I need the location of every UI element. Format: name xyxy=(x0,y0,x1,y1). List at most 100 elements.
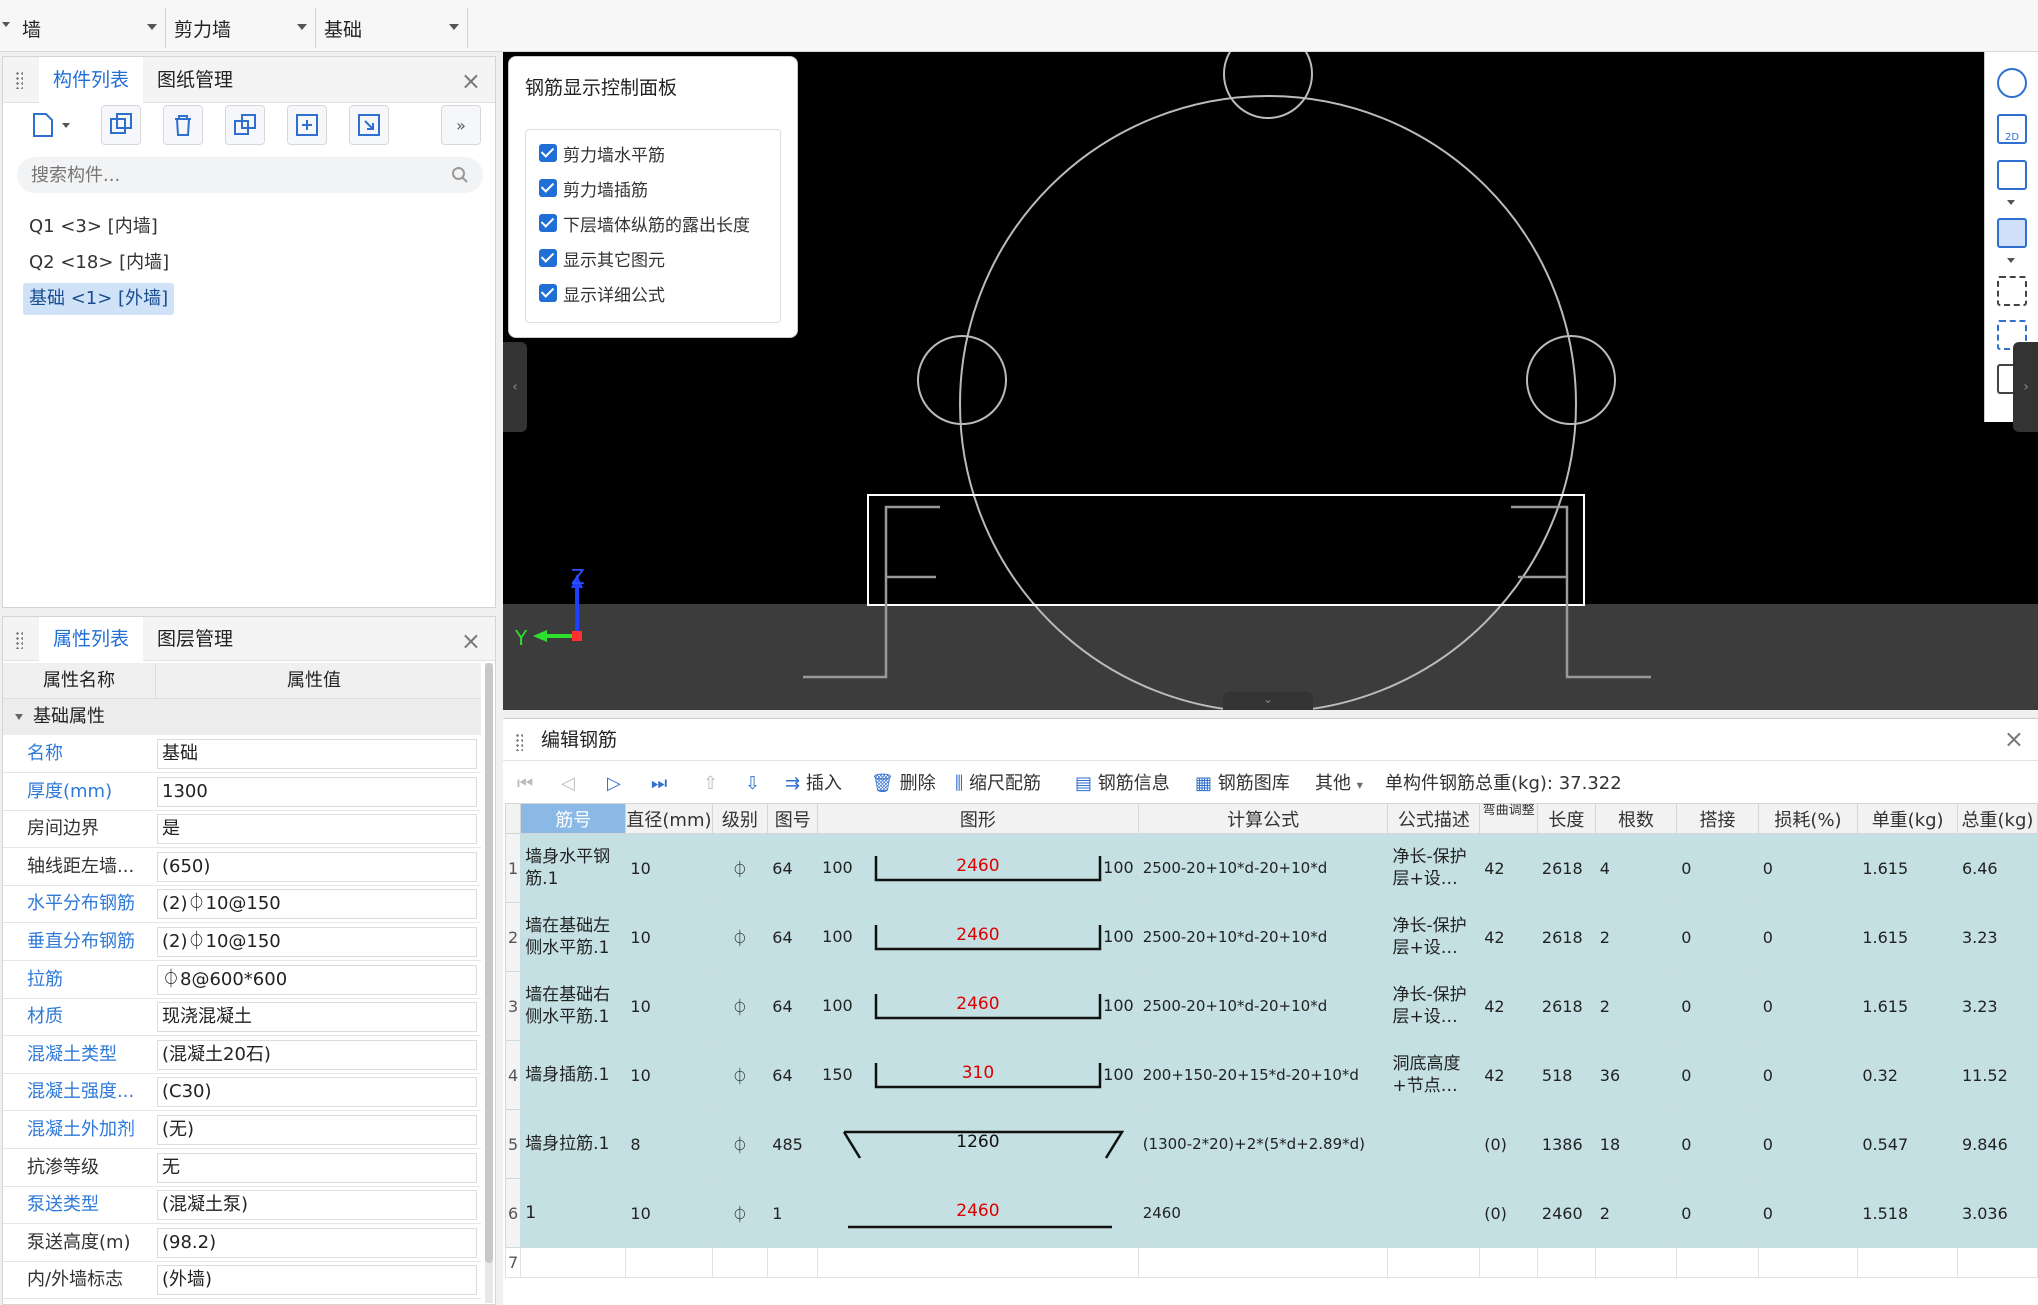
cell-formula[interactable]: 2500-20+10*d-20+10*d xyxy=(1137,902,1389,972)
list-item[interactable]: Q2 <18> [内墙] xyxy=(23,247,175,279)
cell-shape[interactable]: 1260 xyxy=(817,1109,1139,1179)
property-value-field[interactable]: (外墙) xyxy=(157,1265,477,1296)
cell-len[interactable]: 2618 xyxy=(1536,833,1596,903)
cell-formula[interactable]: 200+150-20+15*d-20+10*d xyxy=(1137,1040,1389,1110)
cell-total[interactable]: 6.46 xyxy=(1956,833,2038,903)
cell-loss[interactable]: 0 xyxy=(1757,1040,1859,1110)
cell-desc[interactable] xyxy=(1387,1178,1481,1248)
table-row[interactable]: 3 墙在基础右侧水平筋.1 10 ⏀ 64 100 2460 100 2500-20+10*d-… xyxy=(504,971,2038,1041)
property-value-field[interactable]: 基础 xyxy=(157,739,477,769)
property-row[interactable]: 材质 现浇混凝土 xyxy=(3,998,481,1037)
property-value-field[interactable]: (650) xyxy=(157,851,477,882)
cell-loss[interactable]: 0 xyxy=(1757,1178,1859,1248)
copy-button[interactable] xyxy=(101,105,141,145)
cell-len[interactable]: 2618 xyxy=(1536,971,1596,1041)
cell-count[interactable]: 2 xyxy=(1594,1178,1678,1248)
cell-unit[interactable]: 1.615 xyxy=(1857,902,1958,972)
property-row[interactable]: 水平分布钢筋 (2)⏀10@150 xyxy=(3,885,481,924)
cell-total[interactable]: 3.036 xyxy=(1956,1178,2038,1248)
table-row[interactable]: 4 墙身插筋.1 10 ⏀ 64 150 310 100 200+150-20+15*d-20+… xyxy=(504,1040,2038,1110)
header-formula-desc[interactable]: 公式描述 xyxy=(1387,803,1481,834)
property-value-field[interactable]: ⏀8@600*600 xyxy=(157,964,477,995)
more-tools-button[interactable]: » xyxy=(441,105,481,145)
table-row[interactable]: 6 1 10 ⏀ 1 2460 2460 (0) 2460 2 0 0 1.518 3.036 xyxy=(504,1178,2038,1248)
header-figure-no[interactable]: 图号 xyxy=(767,803,819,834)
list-item-selected[interactable]: 基础 <1> [外墙] xyxy=(23,283,175,315)
cell-formula[interactable]: 2500-20+10*d-20+10*d xyxy=(1137,833,1389,903)
tab-property-list[interactable]: 属性列表 xyxy=(39,617,144,661)
property-row[interactable]: 厚度(mm) 1300 xyxy=(3,773,481,811)
property-value-field[interactable]: (混凝土20石) xyxy=(157,1039,477,1070)
property-value-field[interactable]: (98.2) xyxy=(157,1227,477,1258)
property-row[interactable]: 房间边界 是 xyxy=(3,810,481,849)
cell-shape[interactable]: 100 2460 100 xyxy=(817,833,1139,903)
empty-cell[interactable] xyxy=(1387,1247,1481,1278)
property-value-field[interactable]: (C30) xyxy=(157,1077,477,1108)
cell-name[interactable]: 墙身水平钢筋.1 xyxy=(520,833,627,903)
header-bar-no[interactable]: 筋号 xyxy=(520,803,627,834)
cell-name[interactable]: 墙身插筋.1 xyxy=(520,1040,627,1110)
orbit-view-icon[interactable] xyxy=(1997,68,2027,98)
cell-loss[interactable]: 0 xyxy=(1757,902,1859,972)
cell-bend[interactable]: 42 xyxy=(1479,902,1538,972)
property-row[interactable]: 泵送高度(m) (98.2) xyxy=(3,1224,481,1262)
header-diameter[interactable]: 直径(mm) xyxy=(625,803,713,834)
property-group[interactable]: 基础属性 xyxy=(3,699,481,735)
new-component-button[interactable] xyxy=(19,105,79,145)
empty-cell[interactable] xyxy=(767,1247,819,1278)
empty-cell[interactable] xyxy=(1757,1247,1859,1278)
cell-name[interactable]: 墙在基础左侧水平筋.1 xyxy=(520,902,627,972)
delete-button[interactable] xyxy=(163,105,203,145)
checkbox-checked-icon[interactable] xyxy=(539,249,557,267)
cell-lap[interactable]: 0 xyxy=(1676,971,1759,1041)
cell-count[interactable]: 18 xyxy=(1594,1109,1678,1179)
header-count[interactable]: 根数 xyxy=(1594,803,1678,834)
empty-cell[interactable] xyxy=(1536,1247,1596,1278)
cell-len[interactable]: 2460 xyxy=(1536,1178,1596,1248)
cell-fig[interactable]: 64 xyxy=(767,971,819,1041)
cell-loss[interactable]: 0 xyxy=(1757,971,1859,1041)
property-row[interactable]: 混凝土外加剂 (无) xyxy=(3,1111,481,1149)
option-lower-wall-exposed-length[interactable]: 下层墙体纵筋的露出长度 xyxy=(539,208,750,238)
cell-desc[interactable]: 净长-保护层+设… xyxy=(1387,902,1481,972)
option-show-other-elements[interactable]: 显示其它图元 xyxy=(539,243,665,273)
table-row[interactable]: 2 墙在基础左侧水平筋.1 10 ⏀ 64 100 2460 100 2500-20+10*d-… xyxy=(504,902,2038,972)
search-input[interactable] xyxy=(31,161,431,189)
property-row[interactable]: 混凝土强度... (C30) xyxy=(3,1073,481,1112)
property-row[interactable]: 内/外墙标志 (外墙) xyxy=(3,1261,481,1300)
header-lap[interactable]: 搭接 xyxy=(1676,803,1759,834)
cell-dia[interactable]: 10 xyxy=(625,971,713,1041)
cell-bend[interactable]: (0) xyxy=(1479,1109,1538,1179)
drag-handle-icon[interactable] xyxy=(15,71,23,89)
property-value-field[interactable]: 无 xyxy=(157,1152,477,1183)
cell-grade[interactable]: ⏀ xyxy=(711,902,769,972)
cell-desc[interactable]: 洞底高度+节点… xyxy=(1387,1040,1481,1110)
component-dropdown[interactable]: 基础 xyxy=(316,8,468,48)
close-icon[interactable]: × xyxy=(461,627,481,655)
cell-formula[interactable]: (1300-2*20)+2*(5*d+2.89*d) xyxy=(1137,1109,1389,1179)
cell-lap[interactable]: 0 xyxy=(1676,1109,1759,1179)
header-total-weight[interactable]: 总重(kg) xyxy=(1956,803,2038,834)
cell-shape[interactable]: 100 2460 100 xyxy=(817,902,1139,972)
cell-shape[interactable]: 150 310 100 xyxy=(817,1040,1139,1110)
drag-handle-icon[interactable] xyxy=(15,631,23,649)
close-icon[interactable]: × xyxy=(2004,725,2024,753)
property-row[interactable]: 垂直分布钢筋 (2)⏀10@150 xyxy=(3,923,481,961)
cell-name[interactable]: 1 xyxy=(520,1178,627,1248)
cell-lap[interactable]: 0 xyxy=(1676,1040,1759,1110)
cell-lap[interactable]: 0 xyxy=(1676,833,1759,903)
option-wall-dowel-rebar[interactable]: 剪力墙插筋 xyxy=(539,173,648,203)
property-value-field[interactable]: (无) xyxy=(157,1115,477,1145)
table-row[interactable]: 1 墙身水平钢筋.1 10 ⏀ 64 100 2460 100 2500-20+10*d-20+… xyxy=(504,833,2038,903)
checkbox-checked-icon[interactable] xyxy=(539,179,557,197)
cell-bend[interactable]: 42 xyxy=(1479,833,1538,903)
empty-cell[interactable] xyxy=(625,1247,713,1278)
component-search[interactable] xyxy=(17,157,483,193)
cell-total[interactable]: 3.23 xyxy=(1956,902,2038,972)
header-grade[interactable]: 级别 xyxy=(711,803,769,834)
property-row[interactable]: 拉筋 ⏀8@600*600 xyxy=(3,961,481,999)
cell-len[interactable]: 1386 xyxy=(1536,1109,1596,1179)
cell-fig[interactable]: 64 xyxy=(767,902,819,972)
rebar-library-button[interactable]: ▦ 钢筋图库 xyxy=(1195,769,1290,799)
collapse-right-handle[interactable]: › xyxy=(2013,342,2038,432)
